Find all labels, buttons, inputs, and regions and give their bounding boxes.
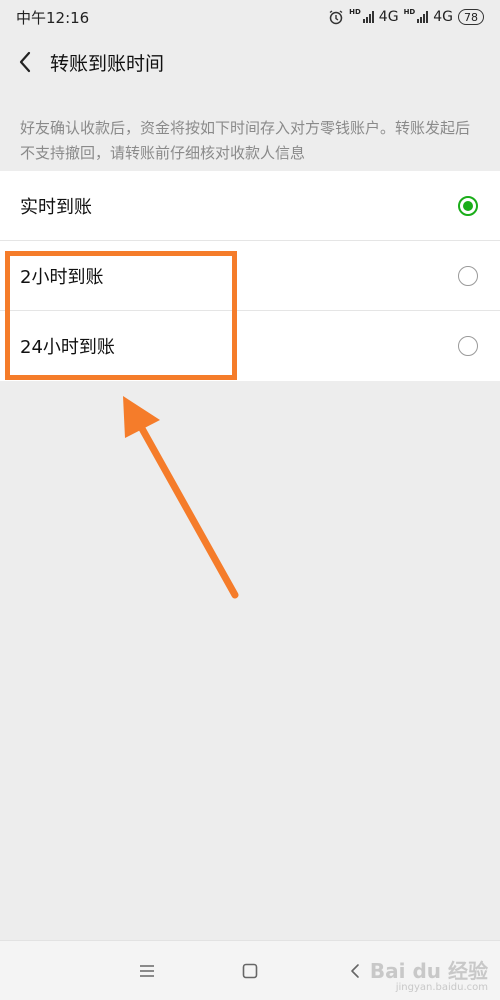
option-realtime[interactable]: 实时到账 (0, 171, 500, 241)
home-button[interactable] (236, 957, 264, 985)
watermark: Bai du 经验 jingyan.baidu.com (370, 955, 488, 993)
radio-unchecked-icon[interactable] (458, 336, 478, 356)
network-label-2: 4G (433, 9, 453, 25)
system-nav-bar: Bai du 经验 jingyan.baidu.com (0, 940, 500, 1000)
back-button[interactable] (0, 34, 50, 90)
title-bar: 转账到账时间 (0, 34, 500, 90)
notice-text: 好友确认收款后，资金将按如下时间存入对方零钱账户。转账发起后不支持撤回，请转账前… (20, 119, 471, 162)
alarm-icon (329, 10, 343, 25)
watermark-main: Bai du 经验 (369, 959, 488, 983)
hd-label-1: HD (349, 8, 361, 16)
battery-level: 78 (464, 10, 478, 24)
chevron-left-icon (19, 51, 31, 73)
network-label-1: 4G (378, 9, 399, 25)
hd-label-2: HD (403, 8, 416, 16)
signal-icon (362, 11, 374, 23)
signal-icon (417, 11, 429, 23)
radio-checked-icon[interactable] (458, 195, 478, 216)
radio-unchecked-icon[interactable] (458, 265, 478, 286)
back-icon (351, 964, 359, 978)
nav-back-button[interactable] (341, 957, 369, 985)
highlight-box (5, 251, 237, 380)
battery-icon: 78 (458, 9, 484, 25)
option-label: 实时到账 (20, 196, 92, 218)
status-time: 中午12:16 (16, 8, 90, 27)
watermark-sub: jingyan.baidu.com (395, 982, 488, 993)
status-icons: HD 4G HD 4G 78 (328, 8, 484, 25)
home-square-icon (242, 963, 258, 979)
menu-button[interactable] (133, 957, 161, 985)
status-bar: 中午12:16 HD 4G HD 4G 78 (0, 0, 500, 34)
page-title: 转账到账时间 (50, 52, 165, 75)
menu-icon (140, 965, 154, 977)
